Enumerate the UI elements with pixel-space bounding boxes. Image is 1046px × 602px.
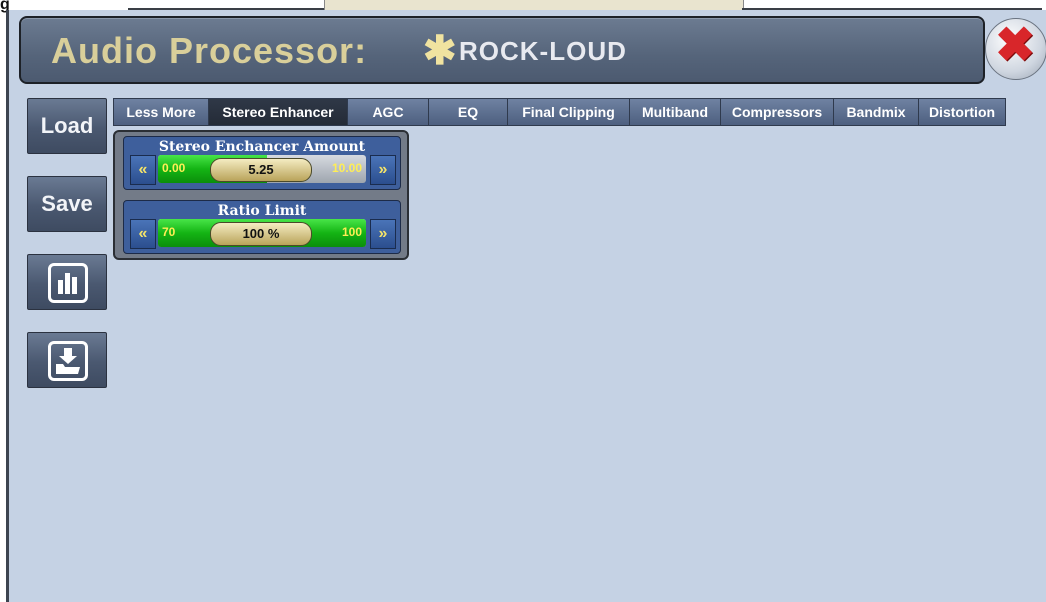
tab-final-clipping[interactable]: Final Clipping [507,98,630,126]
tab-label: Final Clipping [522,104,615,120]
stereo-enhancer-amount-control: Stereo Enchancer Amount « 0.00 10.00 5.2… [123,136,401,190]
slider-value: 5.25 [210,158,312,182]
tab-label: Distortion [928,104,996,120]
close-button[interactable]: ✖ [985,18,1046,80]
save-button-label: Save [41,191,93,216]
slider-track[interactable]: 70 100 100 % [158,219,366,247]
ratio-limit-control: Ratio Limit « 70 100 100 % » [123,200,401,254]
control-title: Stereo Enchancer Amount [158,139,366,155]
tab-label: Less More [126,104,196,120]
tab-agc[interactable]: AGC [347,98,429,126]
load-button-label: Load [40,113,94,138]
double-left-arrow-icon: « [138,225,148,242]
tab-less-more[interactable]: Less More [113,98,209,126]
double-left-arrow-icon: « [138,161,148,178]
tab-label: Stereo Enhancer [222,104,334,120]
control-title: Ratio Limit [217,203,307,219]
tab-bandmix[interactable]: Bandmix [833,98,919,126]
slider-value: 100 % [210,222,312,246]
page-title: Audio Processor: [51,30,368,71]
modified-asterisk-icon: ✱ [423,29,457,73]
tab-eq[interactable]: EQ [428,98,508,126]
import-button[interactable] [27,332,107,388]
meters-button[interactable] [27,254,107,310]
download-file-icon [48,341,88,381]
double-right-arrow-icon: » [378,225,388,242]
tab-label: AGC [372,104,404,120]
top-divider-center [324,0,744,10]
tab-label: Bandmix [846,104,906,120]
close-x-icon: ✖ [995,19,1036,72]
decrease-button[interactable]: « [130,219,156,249]
tab-label: Multiband [641,104,709,120]
tab-multiband[interactable]: Multiband [629,98,721,126]
header-bar: Audio Processor: ✱ ROCK-LOUD [19,16,985,84]
slider-max: 100 [341,225,362,239]
tab-label: Compressors [731,104,823,120]
slider-min: 70 [162,225,176,239]
tab-label: EQ [457,104,479,120]
bar-chart-icon [48,263,88,303]
increase-button[interactable]: » [370,219,396,249]
double-right-arrow-icon: » [378,161,388,178]
increase-button[interactable]: » [370,155,396,185]
save-button[interactable]: Save [27,176,107,232]
tab-compressors[interactable]: Compressors [720,98,834,126]
tab-stereo-enhancer[interactable]: Stereo Enhancer [208,98,348,126]
tab-distortion[interactable]: Distortion [918,98,1006,126]
preset-name: ROCK-LOUD [459,36,627,66]
stereo-enhancer-panel: Stereo Enchancer Amount « 0.00 10.00 5.2… [113,130,409,260]
audio-processor-screen: Audio Processor: ✱ ROCK-LOUD ✖ Load Save [6,10,1046,602]
top-strip: g [0,0,1046,13]
slider-min: 0.00 [162,161,186,175]
load-button[interactable]: Load [27,98,107,154]
slider-track[interactable]: 0.00 10.00 5.25 [158,155,366,183]
slider-max: 10.00 [331,161,362,175]
decrease-button[interactable]: « [130,155,156,185]
